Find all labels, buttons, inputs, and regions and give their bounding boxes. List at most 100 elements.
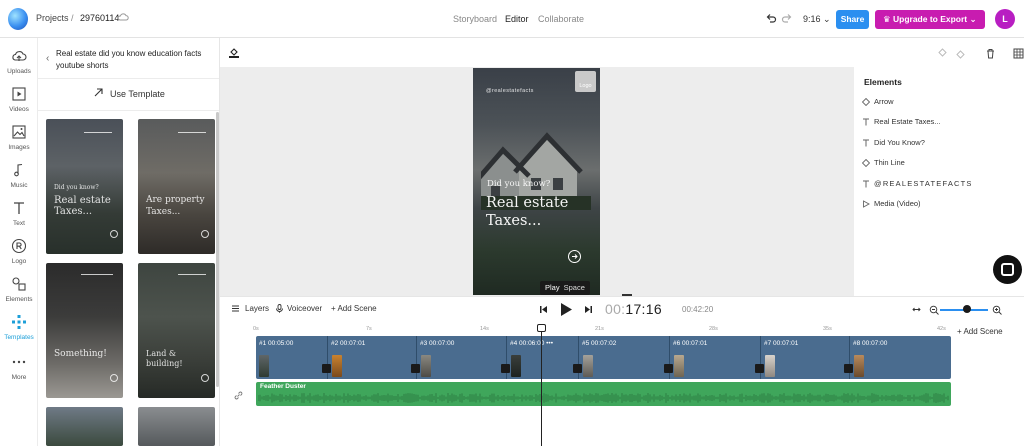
zoom-out-icon[interactable] <box>929 305 939 315</box>
playhead-line[interactable] <box>541 324 542 446</box>
thumb-title-2: Taxes... <box>146 207 181 217</box>
tab-storyboard[interactable]: Storyboard <box>453 14 497 24</box>
thumb-title: Land & building! <box>146 349 183 368</box>
upgrade-to-export-button[interactable]: ♛ Upgrade to Export ⌄ <box>875 10 985 29</box>
scene-clip-1[interactable]: #1 00:05:00 <box>256 336 327 379</box>
thumb-title: Are property <box>146 195 205 205</box>
grid-icon[interactable] <box>1013 48 1024 59</box>
user-avatar[interactable]: L <box>995 9 1015 29</box>
element-item-real-estate-taxes[interactable]: Real Estate Taxes... <box>862 116 1012 130</box>
link-icon[interactable] <box>234 391 243 400</box>
scene-clip-5[interactable]: #5 00:07:02 <box>573 336 669 379</box>
rail-item-images[interactable]: Images <box>0 124 38 151</box>
tab-editor[interactable]: Editor <box>505 14 529 24</box>
transition-icon[interactable] <box>755 364 764 373</box>
bring-forward-icon[interactable] <box>937 48 948 59</box>
arrow-up-right-icon[interactable] <box>93 87 104 98</box>
use-template-button[interactable]: Use Template <box>110 89 165 99</box>
arrow-circle-icon <box>110 230 118 238</box>
current-time-prefix: 00: <box>605 301 626 317</box>
element-label: Real Estate Taxes... <box>874 117 941 126</box>
template-thumbnail[interactable] <box>46 407 123 446</box>
video-icon <box>12 87 26 101</box>
text-icon <box>863 139 869 147</box>
clip-thumbnail <box>511 355 521 377</box>
rail-item-uploads[interactable]: Uploads <box>0 48 38 75</box>
template-thumbnail[interactable]: Are property Taxes... <box>138 119 215 254</box>
transition-icon[interactable] <box>322 364 331 373</box>
voiceover-button[interactable]: Voiceover <box>287 304 322 313</box>
canvas-title[interactable]: Real estate Taxes... <box>486 194 596 230</box>
share-button[interactable]: Share <box>836 10 869 29</box>
zoom-slider-knob[interactable] <box>963 305 971 313</box>
logo-placeholder[interactable]: Logo <box>575 71 596 92</box>
transition-icon[interactable] <box>844 364 853 373</box>
rail-item-templates[interactable]: Templates <box>0 314 38 341</box>
rail-item-text[interactable]: Text <box>0 200 38 227</box>
fill-bucket-icon[interactable] <box>228 46 240 58</box>
trash-icon[interactable] <box>985 48 996 59</box>
rail-item-more[interactable]: More <box>0 354 38 381</box>
play-icon[interactable] <box>557 301 574 318</box>
add-scene-button[interactable]: + Add Scene <box>331 304 377 313</box>
rail-item-elements[interactable]: Elements <box>0 276 38 303</box>
element-item-media-video[interactable]: Media (Video) <box>862 198 1012 212</box>
template-thumbnail[interactable]: Land & building! <box>138 263 215 398</box>
rail-item-videos[interactable]: Videos <box>0 86 38 113</box>
panel-divider <box>38 110 219 111</box>
breadcrumb-project-id[interactable]: 29760114 <box>80 13 119 23</box>
scene-clip-4[interactable]: #4 00:06:00 ••• <box>501 336 578 379</box>
template-thumbnail[interactable]: Something! <box>46 263 123 398</box>
rail-item-music[interactable]: Music <box>0 162 38 189</box>
fit-width-icon[interactable] <box>912 305 921 314</box>
breadcrumb-projects[interactable]: Projects <box>36 13 69 23</box>
tab-collaborate[interactable]: Collaborate <box>538 14 584 24</box>
element-label: Thin Line <box>874 158 905 167</box>
zoom-in-icon[interactable] <box>992 305 1002 315</box>
scene-clip-6[interactable]: #6 00:07:01 <box>664 336 760 379</box>
scene-clip-7[interactable]: #7 00:07:01 <box>755 336 849 379</box>
aspect-ratio-select[interactable]: 9:16 ⌄ <box>803 14 831 25</box>
add-scene-end-button[interactable]: + Add Scene <box>957 327 1003 336</box>
panel-scrollbar[interactable] <box>216 112 219 387</box>
shapes-icon <box>12 277 26 291</box>
shape-icon <box>862 98 870 106</box>
template-thumbnail[interactable] <box>138 407 215 446</box>
top-bar: Projects / 29760114 Storyboard Editor Co… <box>0 0 1024 38</box>
rail-item-logo[interactable]: Logo <box>0 238 38 265</box>
transition-icon[interactable] <box>411 364 420 373</box>
element-item-arrow[interactable]: Arrow <box>862 96 1012 110</box>
transition-icon[interactable] <box>501 364 510 373</box>
scene-clip-3[interactable]: #3 00:07:00 <box>411 336 506 379</box>
template-thumbnail[interactable]: Did you know? Real estate Taxes... <box>46 119 123 254</box>
element-label: Media (Video) <box>874 199 921 208</box>
back-chevron-icon[interactable]: ‹ <box>46 53 49 64</box>
skip-back-icon[interactable] <box>537 303 550 316</box>
scene-clip-2[interactable]: #2 00:07:01 <box>322 336 416 379</box>
playhead-handle[interactable] <box>537 324 546 332</box>
chat-support-button[interactable] <box>993 255 1022 284</box>
undo-icon[interactable] <box>765 12 777 24</box>
layers-button[interactable]: Layers <box>245 304 269 313</box>
clip-label: #4 00:06:00 ••• <box>510 340 553 347</box>
ruler-tick: 14s <box>480 326 489 332</box>
transition-icon[interactable] <box>664 364 673 373</box>
app-logo-icon[interactable] <box>8 8 28 30</box>
element-item-handle[interactable]: @REALESTATEFACTS <box>862 178 1012 192</box>
scene-clip-8[interactable]: #8 00:07:00 <box>844 336 951 379</box>
rail-label: Logo <box>11 258 27 265</box>
layers-icon[interactable] <box>231 304 240 313</box>
arrow-circle-icon[interactable] <box>568 250 581 263</box>
microphone-icon[interactable] <box>275 304 284 313</box>
play-icon <box>863 200 870 208</box>
text-icon <box>14 202 24 214</box>
canvas-subtitle[interactable]: Did you know? <box>487 179 550 189</box>
clip-thumbnail <box>332 355 342 377</box>
redo-icon[interactable] <box>781 12 793 24</box>
handle-text[interactable]: @realestatefacts <box>486 88 534 94</box>
send-backward-icon[interactable] <box>955 48 966 59</box>
transition-icon[interactable] <box>573 364 582 373</box>
skip-forward-icon[interactable] <box>582 303 595 316</box>
element-item-did-you-know[interactable]: Did You Know? <box>862 137 1012 151</box>
element-item-thin-line[interactable]: Thin Line <box>862 157 1012 171</box>
